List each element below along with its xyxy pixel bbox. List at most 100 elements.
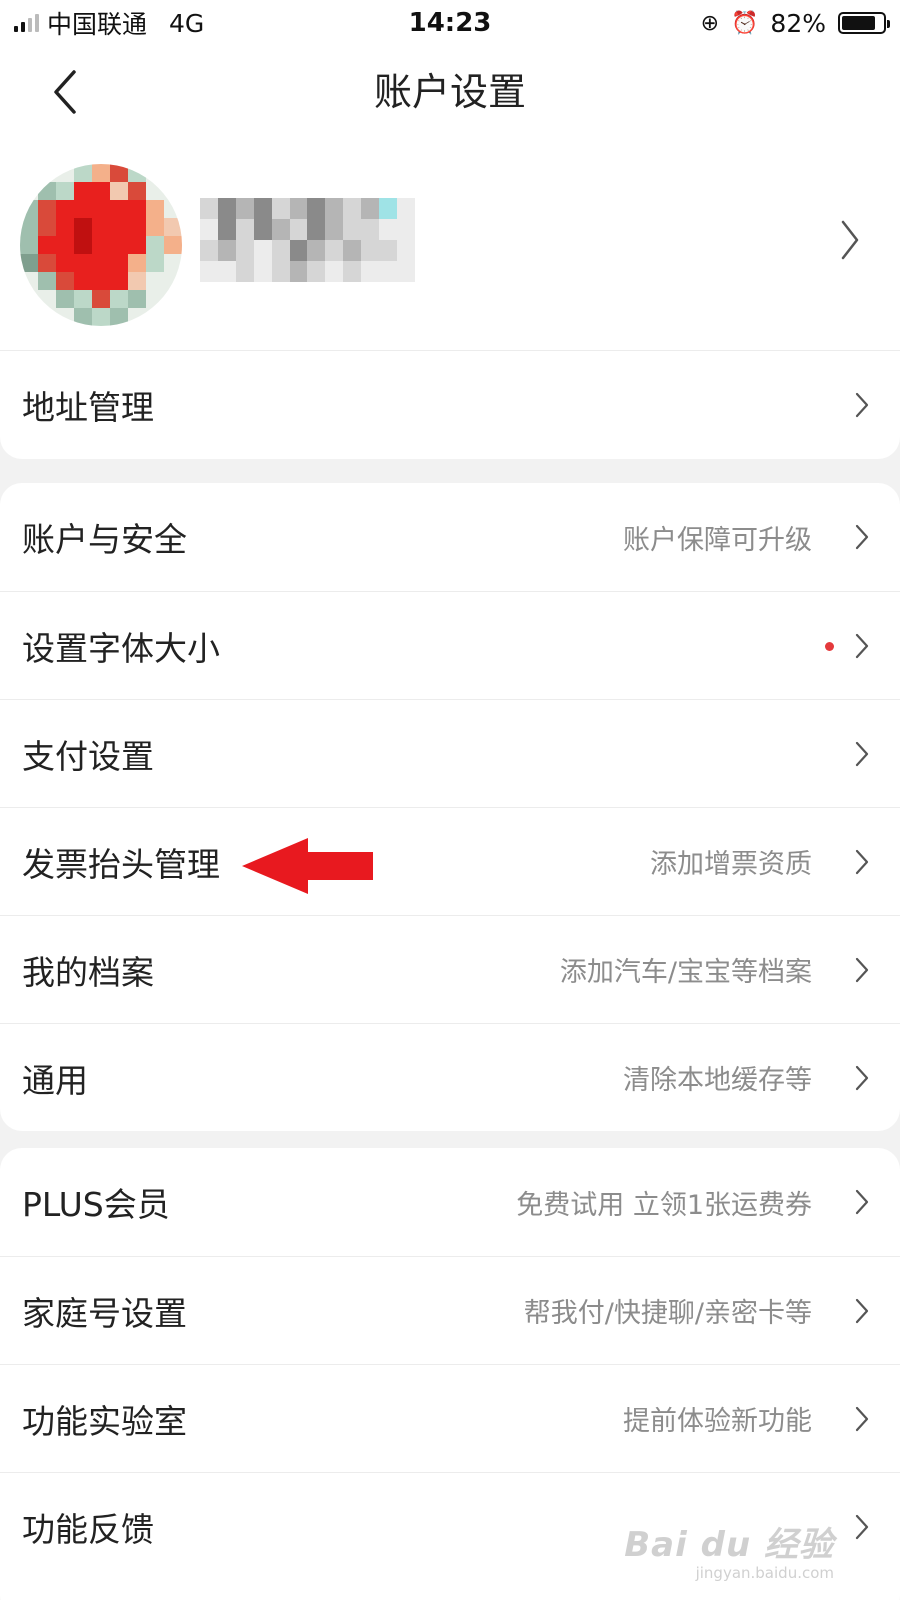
chevron-right-icon [855, 741, 869, 767]
settings-row-family-account[interactable]: 家庭号设置 帮我付/快捷聊/亲密卡等 [0, 1256, 900, 1364]
profile-row[interactable] [0, 138, 900, 350]
notification-dot [825, 642, 834, 651]
settings-row-font-size[interactable]: 设置字体大小 [0, 591, 900, 699]
avatar-pixel [20, 218, 38, 236]
avatar-pixel [20, 272, 38, 290]
avatar-pixel [92, 290, 110, 308]
avatar-pixel [110, 218, 128, 236]
signal-strength-icon [14, 14, 39, 32]
avatar-pixel [164, 272, 182, 290]
avatar-pixel [92, 308, 110, 326]
avatar-pixel [164, 236, 182, 254]
chevron-right-icon [855, 392, 869, 418]
nickname-pixel [307, 219, 326, 240]
battery-level-fill [842, 16, 875, 30]
chevron-right-icon [855, 1514, 869, 1540]
row-label: PLUS会员 [22, 1185, 170, 1224]
avatar-pixel [92, 164, 110, 182]
nickname-pixel [289, 240, 308, 261]
nickname-pixel [253, 261, 272, 282]
settings-row-payment[interactable]: 支付设置 [0, 699, 900, 807]
row-label: 功能实验室 [22, 1401, 187, 1441]
avatar-pixel [56, 200, 74, 218]
settings-row-plus-member[interactable]: PLUS会员 免费试用 立领1张运费券 [0, 1148, 900, 1256]
settings-row-invoice-header[interactable]: 发票抬头管理 添加增票资质 [0, 807, 900, 915]
avatar-pixel [110, 182, 128, 200]
avatar-pixel [74, 290, 92, 308]
avatar-pixel [146, 254, 164, 272]
back-button[interactable] [40, 64, 90, 120]
avatar-pixel [74, 254, 92, 272]
settings-row-feature-lab[interactable]: 功能实验室 提前体验新功能 [0, 1364, 900, 1472]
row-hint: 免费试用 立领1张运费券 [516, 1189, 812, 1221]
avatar-pixel [92, 254, 110, 272]
chevron-right-icon [855, 1189, 869, 1215]
avatar-pixel [146, 290, 164, 308]
nickname-pixel [289, 219, 308, 240]
avatar-pixel [128, 308, 146, 326]
settings-row-general[interactable]: 通用 清除本地缓存等 [0, 1023, 900, 1131]
chevron-right-icon [855, 1298, 869, 1324]
avatar-pixel [56, 182, 74, 200]
row-label: 家庭号设置 [22, 1293, 187, 1333]
avatar[interactable] [20, 164, 182, 326]
rotation-lock-icon: ⊕ [700, 10, 720, 36]
avatar-pixel [146, 218, 164, 236]
avatar-pixel [92, 200, 110, 218]
row-label: 设置字体大小 [22, 628, 220, 668]
row-hint: 帮我付/快捷聊/亲密卡等 [523, 1298, 812, 1329]
nickname-pixel [217, 240, 236, 261]
avatar-pixel [164, 290, 182, 308]
nickname-pixel [307, 198, 326, 219]
nickname-pixel [397, 261, 415, 282]
nickname-pixel [217, 219, 236, 240]
nickname-pixel [325, 261, 344, 282]
nickname-pixel [289, 198, 308, 219]
settings-row-my-profile[interactable]: 我的档案 添加汽车/宝宝等档案 [0, 915, 900, 1023]
avatar-pixel [20, 182, 38, 200]
avatar-pixel [56, 308, 74, 326]
avatar-pixel [110, 272, 128, 290]
avatar-pixel [74, 200, 92, 218]
carrier-name: 中国联通 [47, 10, 148, 39]
red-arrow-annotation-icon [242, 838, 373, 894]
avatar-pixel [146, 200, 164, 218]
settings-card-account: 账户与安全 账户保障可升级 设置字体大小 支付设置 发票抬头管理 添加增票资质 … [0, 483, 900, 1131]
chevron-left-icon [54, 70, 76, 114]
avatar-pixel [74, 308, 92, 326]
avatar-pixel [38, 182, 56, 200]
avatar-pixel [128, 218, 146, 236]
chevron-right-icon [855, 957, 869, 983]
avatar-pixel [74, 236, 92, 254]
avatar-pixel [164, 200, 182, 218]
chevron-right-icon [855, 633, 869, 659]
avatar-pixel [92, 272, 110, 290]
avatar-pixel [128, 164, 146, 182]
avatar-pixel [74, 164, 92, 182]
avatar-pixel [56, 272, 74, 290]
avatar-pixel [38, 272, 56, 290]
profile-card: 地址管理 [0, 138, 900, 459]
nickname-pixel [325, 198, 344, 219]
status-bar: 中国联通 4G 14:23 ⊕ ⏰ 82% [0, 0, 900, 46]
nickname-pixel [379, 240, 398, 261]
nickname-pixel [217, 198, 236, 219]
nickname-pixel [271, 198, 290, 219]
avatar-pixel [128, 200, 146, 218]
settings-row-account-security[interactable]: 账户与安全 账户保障可升级 [0, 483, 900, 591]
avatar-pixel [110, 200, 128, 218]
settings-row-feedback[interactable]: 功能反馈 [0, 1472, 900, 1580]
avatar-pixel [38, 254, 56, 272]
avatar-pixel [20, 236, 38, 254]
row-label: 账户与安全 [22, 520, 187, 559]
avatar-pixel [20, 254, 38, 272]
row-label: 我的档案 [22, 952, 154, 992]
avatar-pixel [20, 200, 38, 218]
avatar-pixel [20, 308, 38, 326]
avatar-pixel [110, 164, 128, 182]
settings-card-more: PLUS会员 免费试用 立领1张运费券 家庭号设置 帮我付/快捷聊/亲密卡等 功… [0, 1148, 900, 1600]
nickname-pixel [361, 198, 380, 219]
settings-row-address[interactable]: 地址管理 [0, 351, 900, 459]
avatar-pixel [92, 182, 110, 200]
chevron-right-icon [855, 1406, 869, 1432]
